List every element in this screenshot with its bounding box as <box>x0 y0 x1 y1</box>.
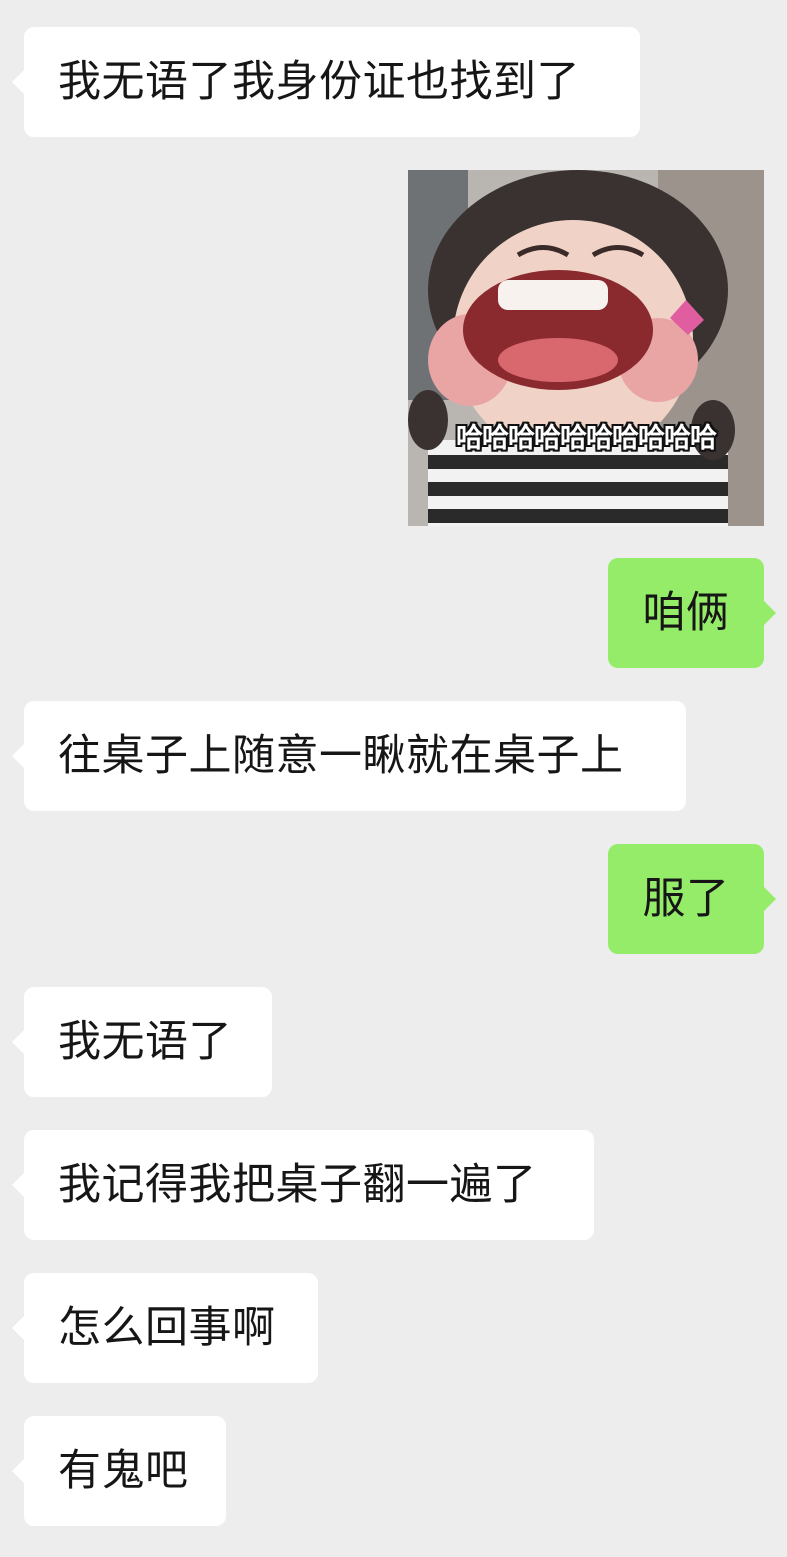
bubble-tail <box>12 1173 24 1197</box>
sticker-message-outgoing[interactable]: 哈哈哈哈哈哈哈哈哈哈 <box>408 170 764 526</box>
message-bubble-incoming[interactable]: 我记得我把桌子翻一遍了 <box>12 1130 594 1240</box>
bubble-tail <box>764 887 776 911</box>
message-bubble-outgoing[interactable]: 咱俩 <box>608 558 776 668</box>
message-text: 咱俩 <box>642 588 730 638</box>
bubble-tail <box>12 1459 24 1483</box>
bubble-tail <box>12 1030 24 1054</box>
message-text: 怎么回事啊 <box>58 1303 276 1353</box>
message-bubble-incoming[interactable]: 有鬼吧 <box>12 1416 226 1526</box>
message-bubble-incoming[interactable]: 往桌子上随意一瞅就在桌子上 <box>12 701 686 811</box>
message-bubble-incoming[interactable]: 怎么回事啊 <box>12 1273 318 1383</box>
bubble-tail <box>12 1316 24 1340</box>
message-text: 往桌子上随意一瞅就在桌子上 <box>58 731 624 781</box>
message-bubble-outgoing[interactable]: 服了 <box>608 844 776 954</box>
message-bubble-incoming[interactable]: 我无语了 <box>12 987 272 1097</box>
bubble-tail <box>12 70 24 94</box>
message-text: 我无语了 <box>58 1017 232 1067</box>
message-text: 有鬼吧 <box>58 1446 189 1496</box>
laughing-girl-sticker-image <box>408 170 764 526</box>
bubble-tail <box>764 601 776 625</box>
sticker-caption: 哈哈哈哈哈哈哈哈哈哈 <box>456 423 717 454</box>
message-text: 服了 <box>642 874 730 924</box>
message-bubble-incoming[interactable]: 我无语了我身份证也找到了 <box>12 27 640 137</box>
bubble-tail <box>12 744 24 768</box>
message-text: 我记得我把桌子翻一遍了 <box>58 1160 537 1210</box>
message-text: 我无语了我身份证也找到了 <box>58 57 580 107</box>
